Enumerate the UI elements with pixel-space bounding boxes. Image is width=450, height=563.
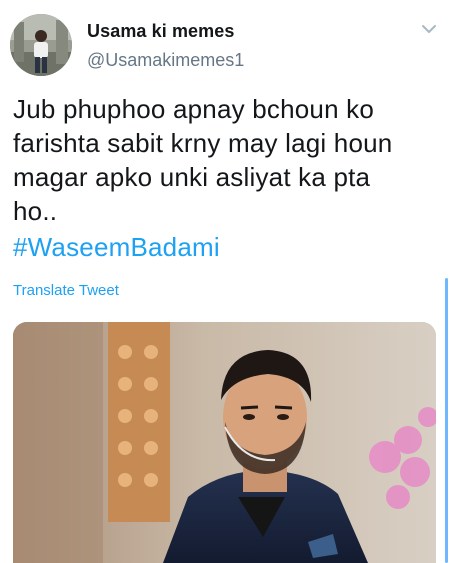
tweet-text-line: farishta sabit krny may lagi houn	[13, 128, 393, 158]
tweet-text: Jub phuphoo apnay bchoun ko farishta sab…	[13, 92, 438, 228]
chevron-down-icon	[422, 25, 436, 33]
display-name[interactable]: Usama ki memes	[87, 21, 235, 42]
user-avatar[interactable]	[10, 14, 72, 76]
avatar-photo-icon	[10, 14, 72, 76]
tweet-media-photo[interactable]	[13, 322, 436, 563]
tweet-text-line: ho..	[13, 196, 58, 226]
user-handle[interactable]: @Usamakimemes1	[87, 50, 244, 71]
tweet-menu-button[interactable]	[420, 22, 438, 36]
tweet-card: Usama ki memes @Usamakimemes1 Jub phupho…	[0, 0, 450, 563]
scroll-indicator	[445, 278, 448, 563]
hashtag-link[interactable]: #WaseemBadami	[13, 230, 220, 264]
media-photo	[13, 322, 436, 563]
tweet-text-line: magar apko unki asliyat ka pta	[13, 162, 371, 192]
tweet-text-line: Jub phuphoo apnay bchoun ko	[13, 94, 375, 124]
translate-tweet-link[interactable]: Translate Tweet	[13, 282, 119, 299]
